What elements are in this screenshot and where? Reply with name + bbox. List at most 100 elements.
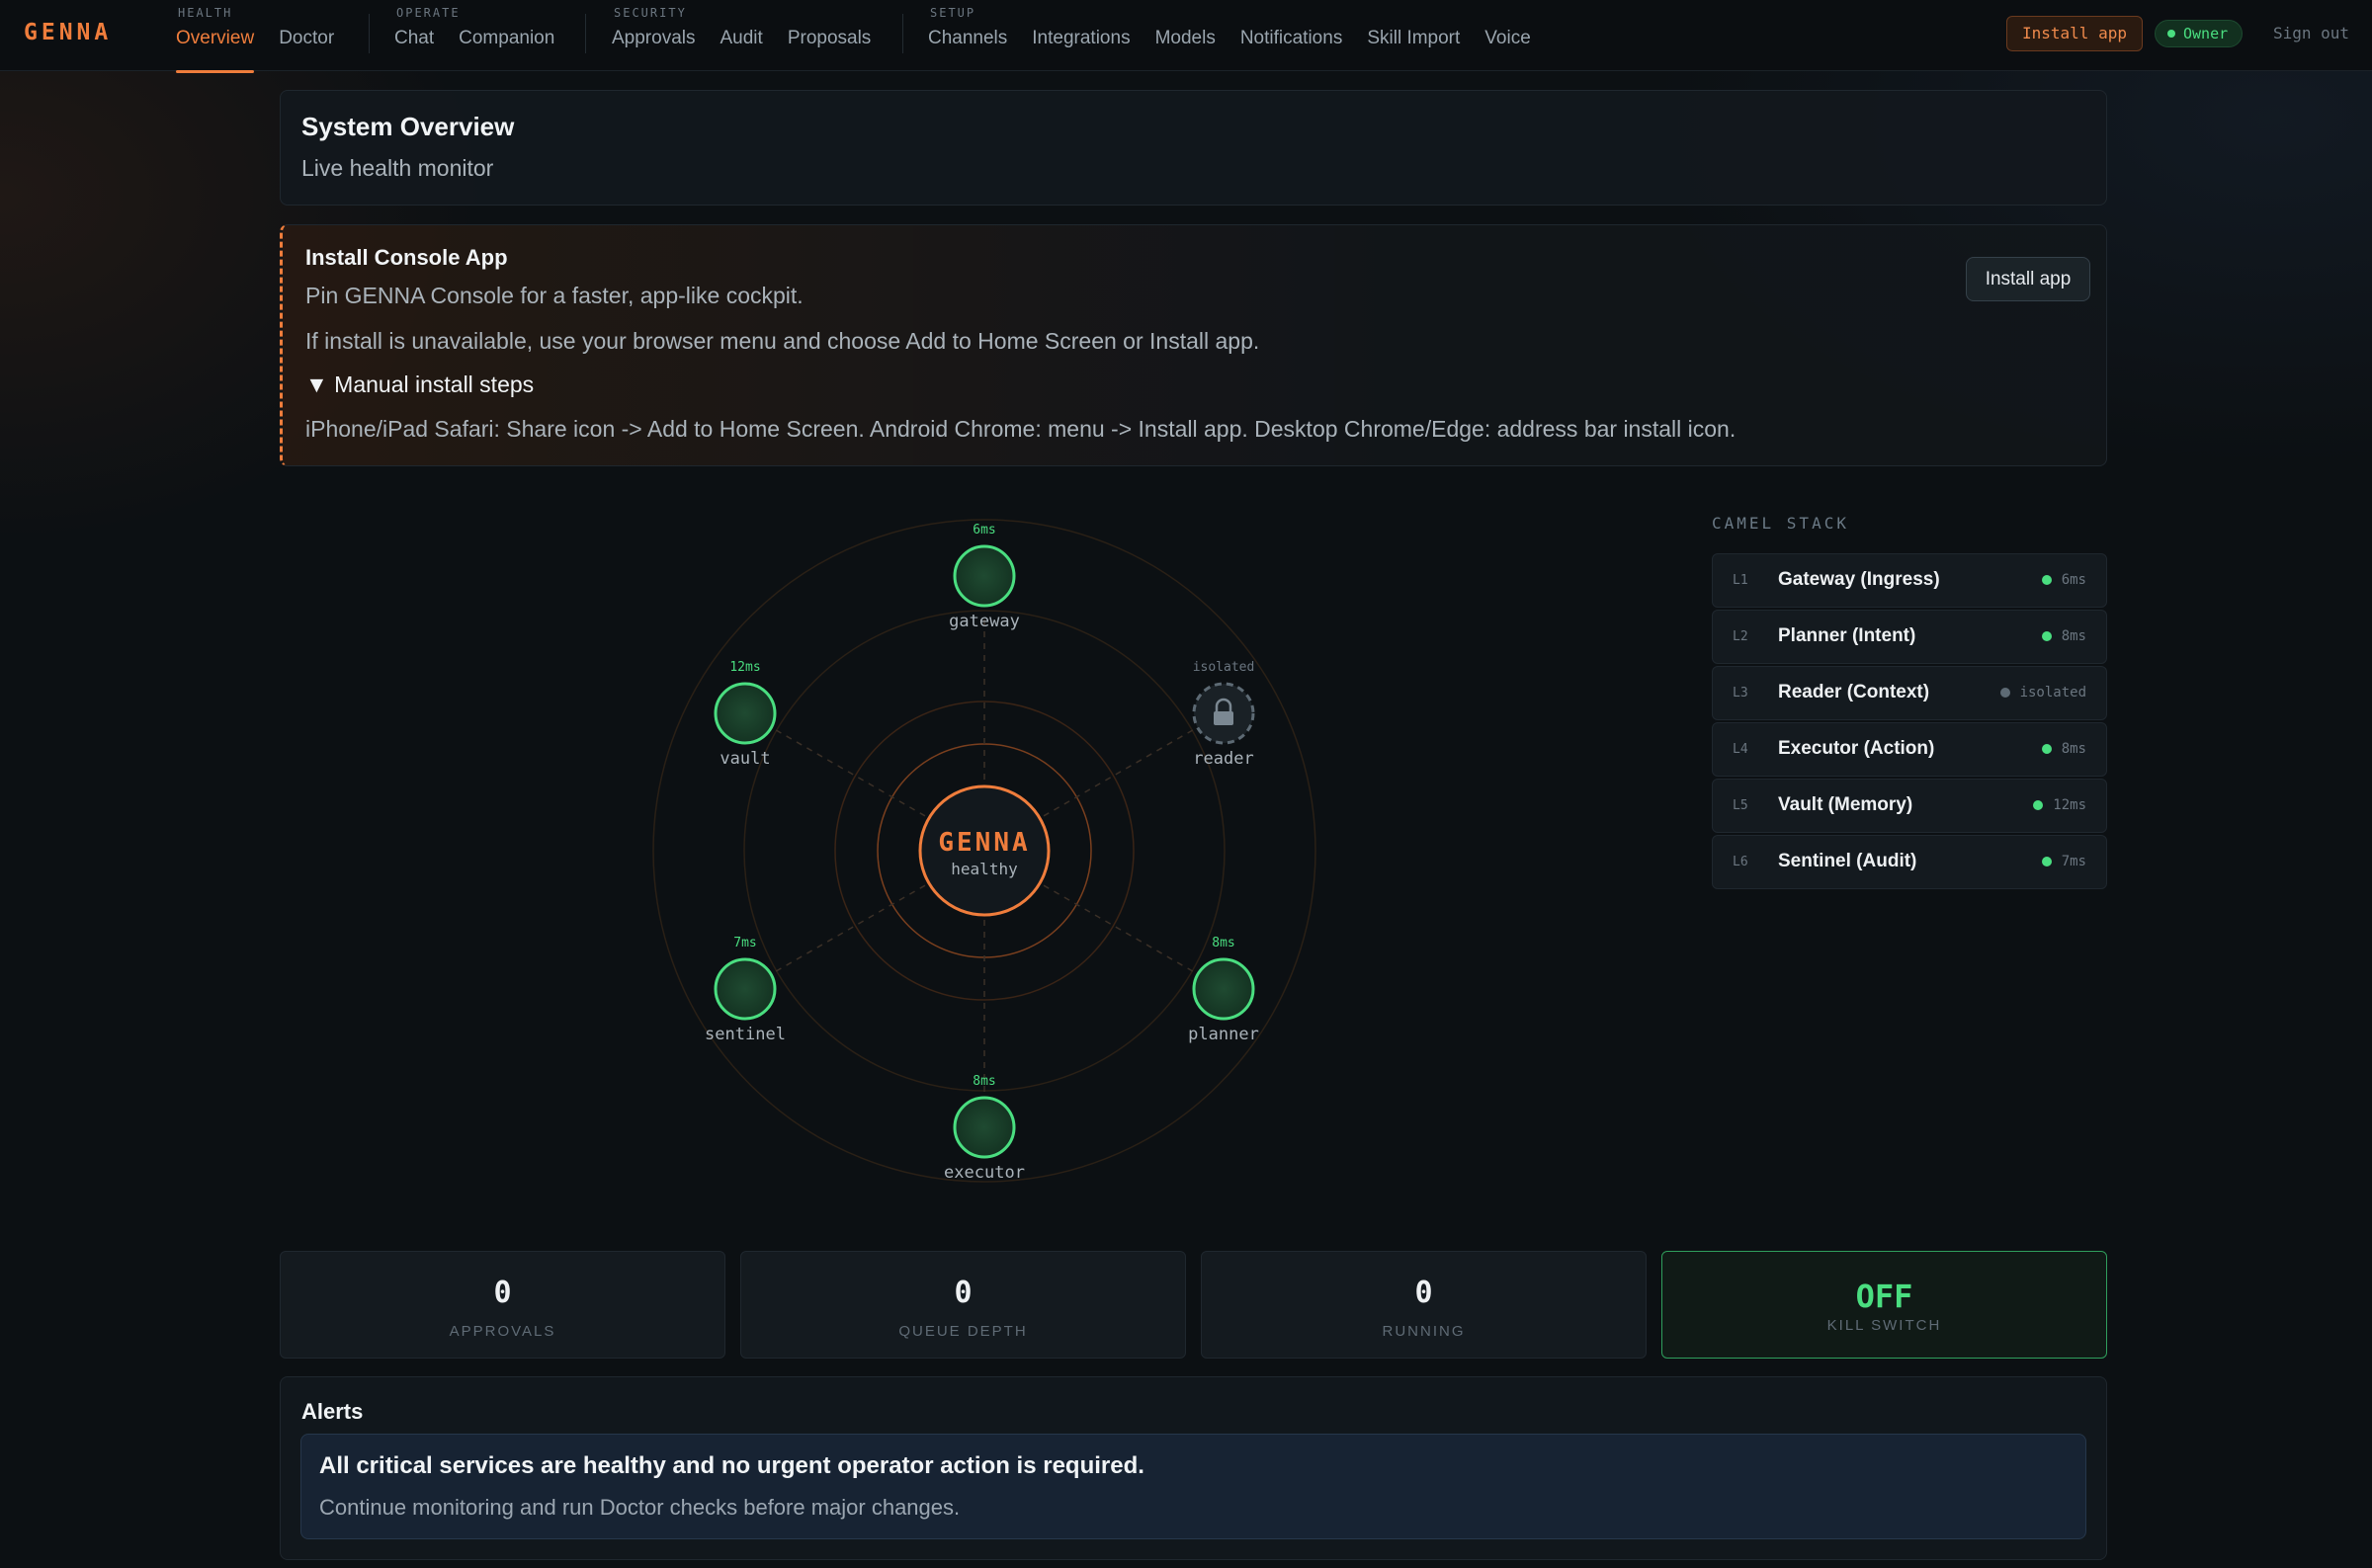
stat-running[interactable]: 0 RUNNING	[1201, 1251, 1647, 1359]
nav-item-approvals[interactable]: Approvals	[612, 28, 696, 49]
stack-name: Reader (Context)	[1778, 682, 1930, 702]
node-vault[interactable]: 12ms vault	[714, 660, 777, 769]
stack-row-l5[interactable]: L5 Vault (Memory) 12ms	[1712, 779, 2107, 833]
nav-item-channels[interactable]: Channels	[928, 28, 1007, 49]
stat-kill-switch[interactable]: OFF KILL SWITCH	[1661, 1251, 2107, 1359]
stat-label: QUEUE DEPTH	[898, 1323, 1028, 1340]
manual-install-steps-text: iPhone/iPad Safari: Share icon -> Add to…	[305, 416, 1737, 442]
owner-label: Owner	[2183, 25, 2229, 42]
nav-item-proposals[interactable]: Proposals	[788, 28, 872, 49]
stat-label: APPROVALS	[449, 1323, 556, 1340]
alert-headline: All critical services are healthy and no…	[319, 1452, 1144, 1479]
node-latency: 6ms	[973, 523, 995, 537]
node-circle	[714, 682, 777, 745]
nav-item-doctor[interactable]: Doctor	[279, 28, 334, 49]
stack-row-l3[interactable]: L3 Reader (Context) isolated	[1712, 666, 2107, 720]
owner-badge: Owner	[2155, 20, 2244, 47]
stat-approvals[interactable]: 0 APPROVALS	[280, 1251, 725, 1359]
stack-status: 8ms	[2041, 741, 2086, 757]
status-dot-icon	[1999, 688, 2010, 698]
page-title: System Overview	[301, 112, 515, 141]
node-gateway[interactable]: 6ms gateway	[949, 523, 1020, 631]
install-app-card-button[interactable]: Install app	[1966, 257, 2090, 301]
stat-value: 0	[954, 1276, 973, 1310]
core-name: GENNA	[938, 828, 1030, 858]
nav-group-label: SECURITY	[614, 6, 687, 20]
stack-status: isolated	[1999, 685, 2086, 701]
stat-value: OFF	[1855, 1278, 1913, 1315]
alerts-card: Alerts All critical services are healthy…	[280, 1376, 2107, 1560]
stat-value: 0	[1414, 1276, 1433, 1310]
stack-row-l1[interactable]: L1 Gateway (Ingress) 6ms	[1712, 553, 2107, 608]
stack-status-text: 8ms	[2061, 741, 2086, 757]
stack-status-text: 7ms	[2061, 854, 2086, 869]
nav-item-voice[interactable]: Voice	[1484, 28, 1530, 49]
nav-item-skill-import[interactable]: Skill Import	[1367, 28, 1460, 49]
status-dot-icon	[2167, 30, 2175, 38]
node-label: planner	[1188, 1025, 1259, 1044]
stat-queue-depth[interactable]: 0 QUEUE DEPTH	[740, 1251, 1186, 1359]
node-label: sentinel	[705, 1025, 786, 1044]
stack-name: Sentinel (Audit)	[1778, 851, 1917, 871]
status-dot-icon	[2041, 575, 2052, 585]
stack-name: Gateway (Ingress)	[1778, 569, 1940, 590]
nav-item-models[interactable]: Models	[1155, 28, 1216, 49]
stack-row-l4[interactable]: L4 Executor (Action) 8ms	[1712, 722, 2107, 777]
manual-install-steps-toggle[interactable]: ▼ Manual install steps	[305, 371, 534, 398]
node-latency: isolated	[1193, 660, 1255, 675]
install-description: Pin GENNA Console for a faster, app-like…	[305, 283, 804, 308]
stack-row-l2[interactable]: L2 Planner (Intent) 8ms	[1712, 610, 2107, 664]
stack-level: L3	[1733, 686, 1748, 701]
stack-level: L2	[1733, 629, 1748, 644]
nav-item-chat[interactable]: Chat	[394, 28, 434, 49]
nav-item-audit[interactable]: Audit	[720, 28, 763, 49]
nav-item-overview[interactable]: Overview	[176, 28, 255, 73]
install-card-title: Install Console App	[305, 245, 508, 270]
install-fallback-hint: If install is unavailable, use your brow…	[305, 328, 1260, 354]
stack-status: 7ms	[2041, 854, 2086, 869]
stack-level: L6	[1733, 855, 1748, 869]
status-dot-icon	[2041, 857, 2052, 867]
stack-status-text: 6ms	[2061, 572, 2086, 588]
node-latency: 8ms	[1212, 936, 1234, 950]
stack-row-l6[interactable]: L6 Sentinel (Audit) 7ms	[1712, 835, 2107, 889]
node-label: vault	[720, 749, 770, 769]
install-app-button[interactable]: Install app	[2006, 16, 2143, 51]
nav-divider	[585, 14, 586, 53]
nav-group-label: HEALTH	[178, 6, 233, 20]
nav-group-label: OPERATE	[396, 6, 461, 20]
brand-logo[interactable]: GENNA	[24, 20, 112, 45]
nav-item-notifications[interactable]: Notifications	[1240, 28, 1343, 49]
stat-value: 0	[493, 1276, 512, 1310]
sign-out-link[interactable]: Sign out	[2273, 24, 2349, 42]
stack-status-text: isolated	[2019, 685, 2086, 701]
stat-label: RUNNING	[1382, 1323, 1466, 1340]
stack-status-text: 12ms	[2053, 797, 2086, 813]
node-planner[interactable]: 8ms planner	[1188, 936, 1259, 1044]
node-latency: 8ms	[973, 1074, 995, 1089]
alert-message: All critical services are healthy and no…	[300, 1434, 2086, 1539]
stack-level: L4	[1733, 742, 1748, 757]
alerts-title: Alerts	[301, 1399, 364, 1424]
node-sentinel[interactable]: 7ms sentinel	[705, 936, 786, 1044]
stack-name: Vault (Memory)	[1778, 794, 1913, 815]
stack-status-text: 8ms	[2061, 628, 2086, 644]
page-subtitle: Live health monitor	[301, 155, 494, 181]
overview-card: System Overview Live health monitor	[280, 90, 2107, 206]
nav-item-integrations[interactable]: Integrations	[1032, 28, 1130, 49]
node-circle	[953, 544, 1016, 608]
core-status: healthy	[951, 860, 1018, 878]
node-reader[interactable]: isolated reader	[1192, 660, 1255, 769]
status-dot-icon	[2041, 631, 2052, 641]
node-label: reader	[1193, 749, 1253, 769]
status-dot-icon	[2041, 744, 2052, 754]
node-latency: 12ms	[729, 660, 760, 675]
stack-name: Executor (Action)	[1778, 738, 1935, 759]
node-circle	[714, 957, 777, 1021]
stack-name: Planner (Intent)	[1778, 625, 1916, 646]
stat-label: KILL SWITCH	[1826, 1317, 1942, 1334]
node-latency: 7ms	[733, 936, 756, 950]
top-nav: GENNA HEALTH Overview Doctor OPERATE Cha…	[0, 0, 2372, 73]
nav-item-companion[interactable]: Companion	[459, 28, 554, 49]
alert-body: Continue monitoring and run Doctor check…	[319, 1495, 961, 1520]
